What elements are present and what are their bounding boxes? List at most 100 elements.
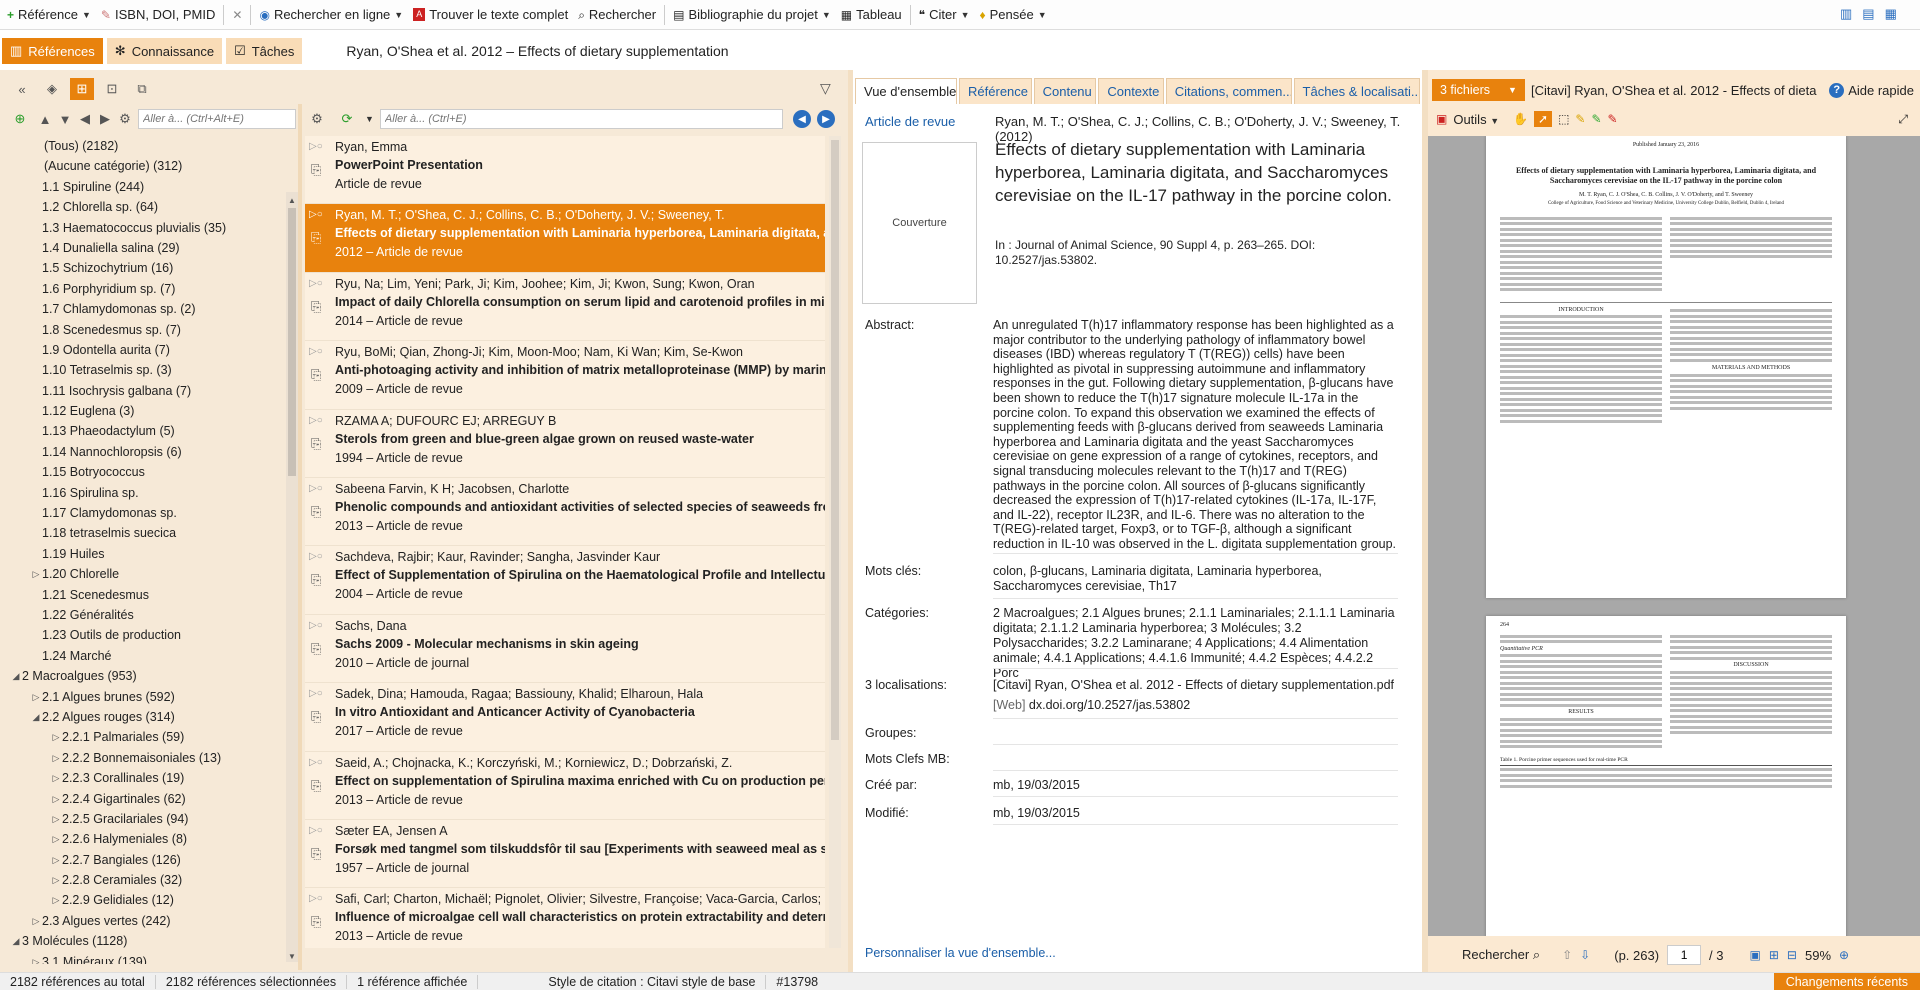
reference-row[interactable]: ▷○ ⎘ Ryan, Emma PowerPoint Presentation Arti… [305,136,825,205]
flag-icon[interactable]: ▷○ [309,278,323,289]
files-dropdown[interactable]: 3 fichiers ▼ [1432,79,1525,101]
category-item[interactable]: 1.23 Outils de production [10,625,286,645]
expand-triangle-icon[interactable]: ▷ [30,952,42,964]
save-icon[interactable]: ▣ [1750,947,1761,963]
category-item[interactable]: ▷ 2.2.8 Ceramiales (32) [10,870,286,890]
category-item[interactable]: 1.10 Tetraselmis sp. (3) [10,360,286,380]
flag-icon[interactable]: ▷○ [309,893,323,904]
flag-icon[interactable]: ▷○ [309,483,323,494]
reference-row[interactable]: ▷○ ⎘ Sadek, Dina; Hamouda, Ragaa; Bassioun… [305,683,825,752]
category-item[interactable]: (Aucune catégorie) (312) [10,156,286,176]
flag-icon[interactable]: ▷○ [309,415,323,426]
reference-row[interactable]: ▷○ ⎘ Sabeena Farvin, K H; Jacobsen, Charlo… [305,477,825,547]
expand-triangle-icon[interactable]: ▷ [30,687,42,707]
category-item[interactable]: ◢ 2.2 Algues rouges (314) [10,707,286,727]
flag-icon[interactable]: ▷○ [309,688,323,699]
expand-triangle-icon[interactable]: ▷ [50,829,62,849]
flag-icon[interactable]: ▷○ [309,757,323,768]
category-item[interactable]: 1.1 Spiruline (244) [10,177,286,197]
pdf-viewer[interactable]: Published January 23, 2016 Effects of di… [1428,136,1920,936]
collapse-triangle-icon[interactable]: ◢ [30,707,42,727]
bibliography-button[interactable]: ▤ Bibliographie du projet ▼ [668,1,836,29]
flag-icon[interactable]: ▷○ [309,209,323,220]
category-scrollbar-thumb[interactable] [288,208,296,476]
category-item[interactable]: 1.6 Porphyridium sp. (7) [10,279,286,299]
reference-row[interactable]: ▷○ ⎘ Ryu, BoMi; Qian, Zhong-Ji; Kim, Moon-… [305,341,825,410]
tab-detail[interactable]: Citations, commen... [1165,78,1292,104]
scroll-down-icon[interactable]: ▼ [288,952,296,961]
cite-button[interactable]: ❝ Citer ▼ [914,1,975,29]
help-button[interactable]: ? Aide rapide [1829,82,1920,98]
reference-row[interactable]: ▷○ ⎘ Safi, Carl; Charton, Michaël; Pignole… [305,888,825,948]
reference-row[interactable]: ▷○ ⎘ Ryu, Na; Lim, Yeni; Park, Ji; Kim, Jo… [305,272,825,342]
category-item[interactable]: 1.19 Huiles [10,544,286,564]
table-button[interactable]: ▦ Tableau [836,1,907,29]
categories-view-button[interactable]: ◈ [40,78,64,100]
category-item[interactable]: ▷ 2.2.9 Gelidiales (12) [10,890,286,910]
category-item[interactable]: 1.18 tetraselmis suecica [10,523,286,543]
sort-icon[interactable]: ⟳ [335,108,359,130]
category-item[interactable]: ▷ 2.2.2 Bonnemaisoniales (13) [10,748,286,768]
expand-triangle-icon[interactable]: ▷ [50,809,62,829]
reference-row[interactable]: ▷○ ⎘ Sachs, Dana Sachs 2009 - Molecular mec… [305,614,825,684]
category-item[interactable]: (Tous) (2182) [10,136,286,156]
collapse-triangle-icon[interactable]: ◢ [10,666,22,686]
next-icon[interactable]: ▶ [817,110,835,128]
expand-triangle-icon[interactable]: ▷ [50,870,62,890]
reference-row[interactable]: ▷○ ⎘ Sæter EA, Jensen A Forsøk med tangmel … [305,819,825,889]
highlight-yellow-icon[interactable]: ✎ [1575,111,1585,127]
categories-tree-button[interactable]: ⊞ [70,78,94,100]
tools-dropdown[interactable]: Outils ▼ [1453,112,1499,127]
category-item[interactable]: 1.15 Botryococcus [10,462,286,482]
category-item[interactable]: ▷ 2.2.6 Halymeniales (8) [10,829,286,849]
tab-detail[interactable]: Contexte [1098,78,1164,104]
reference-type-link[interactable]: Article de revue [865,114,955,129]
recent-changes-button[interactable]: Changements récents [1773,972,1920,990]
tab-detail[interactable]: Tâches & localisati... [1293,78,1421,104]
category-goto-input[interactable] [138,109,296,129]
category-item[interactable]: 1.8 Scenedesmus sp. (7) [10,320,286,340]
category-item[interactable]: 1.16 Spirulina sp. [10,483,286,503]
tab-references[interactable]: ▥ Références [2,38,103,64]
cursor-icon[interactable]: ➚ [1534,111,1553,127]
zoom-in-icon[interactable]: ⊕ [1839,947,1849,963]
expand-triangle-icon[interactable]: ▷ [50,789,62,809]
expand-triangle-icon[interactable]: ▷ [30,911,42,931]
category-item[interactable]: ▷ 2.2.1 Palmariales (59) [10,727,286,747]
keywords-view-button[interactable]: ⊡ [100,78,124,100]
arrow-up-icon[interactable]: ⇧ [1562,947,1572,963]
reference-button[interactable]: + Référence ▼ [2,1,96,29]
gear-icon[interactable]: ⚙ [118,108,132,130]
search-button[interactable]: ⌕ Rechercher [573,1,661,29]
flag-icon[interactable]: ▷○ [309,141,323,152]
zoom-out-icon[interactable]: ⊟ [1787,947,1797,963]
tab-tasks[interactable]: ☑ Tâches [226,38,303,64]
category-item[interactable]: ▷ 2.2.3 Corallinales (19) [10,768,286,788]
category-item[interactable]: ▷ 1.20 Chlorelle [10,564,286,584]
search-online-button[interactable]: ◉ Rechercher en ligne ▼ [254,1,408,29]
pdf-search-button[interactable]: Rechercher ⌕ [1462,947,1540,963]
flag-icon[interactable]: ▷○ [309,346,323,357]
scroll-up-icon[interactable]: ▲ [288,196,296,205]
find-fulltext-button[interactable]: A Trouver le texte complet [408,1,573,29]
tab-detail[interactable]: Contenu [1033,78,1097,104]
close-toolbar-button[interactable]: ✕ [227,1,247,29]
move-down-icon[interactable]: ▼ [58,108,72,130]
flag-icon[interactable]: ▷○ [309,551,323,562]
expand-triangle-icon[interactable]: ▷ [50,768,62,788]
tab-detail[interactable]: Vue d'ensemble [855,78,958,104]
page-number-input[interactable] [1667,945,1702,965]
location-web-link[interactable]: dx.doi.org/10.2527/jas.53802 [1029,698,1190,712]
reference-row[interactable]: ▷○ ⎘ RZAMA A; DUFOURC EJ; ARREGUY B Sterols… [305,409,825,478]
hand-icon[interactable]: ✋ [1513,111,1528,127]
chevron-down-icon[interactable]: ▼ [365,114,374,124]
move-right-icon[interactable]: ▶ [98,108,112,130]
customize-overview-link[interactable]: Personnaliser la vue d'ensemble... [865,946,1056,960]
category-item[interactable]: ◢ 2 Macroalgues (953) [10,666,286,686]
select-area-icon[interactable]: ⬚ [1558,111,1569,127]
location-pdf-link[interactable]: [Citavi] Ryan, O'Shea et al. 2012 - Effe… [993,678,1398,693]
category-item[interactable]: ◢ 3 Molécules (1128) [10,931,286,951]
collapse-triangle-icon[interactable]: ◢ [10,931,22,951]
category-item[interactable]: 1.12 Euglena (3) [10,401,286,421]
layout-two-icon[interactable]: ▤ [1862,6,1874,22]
